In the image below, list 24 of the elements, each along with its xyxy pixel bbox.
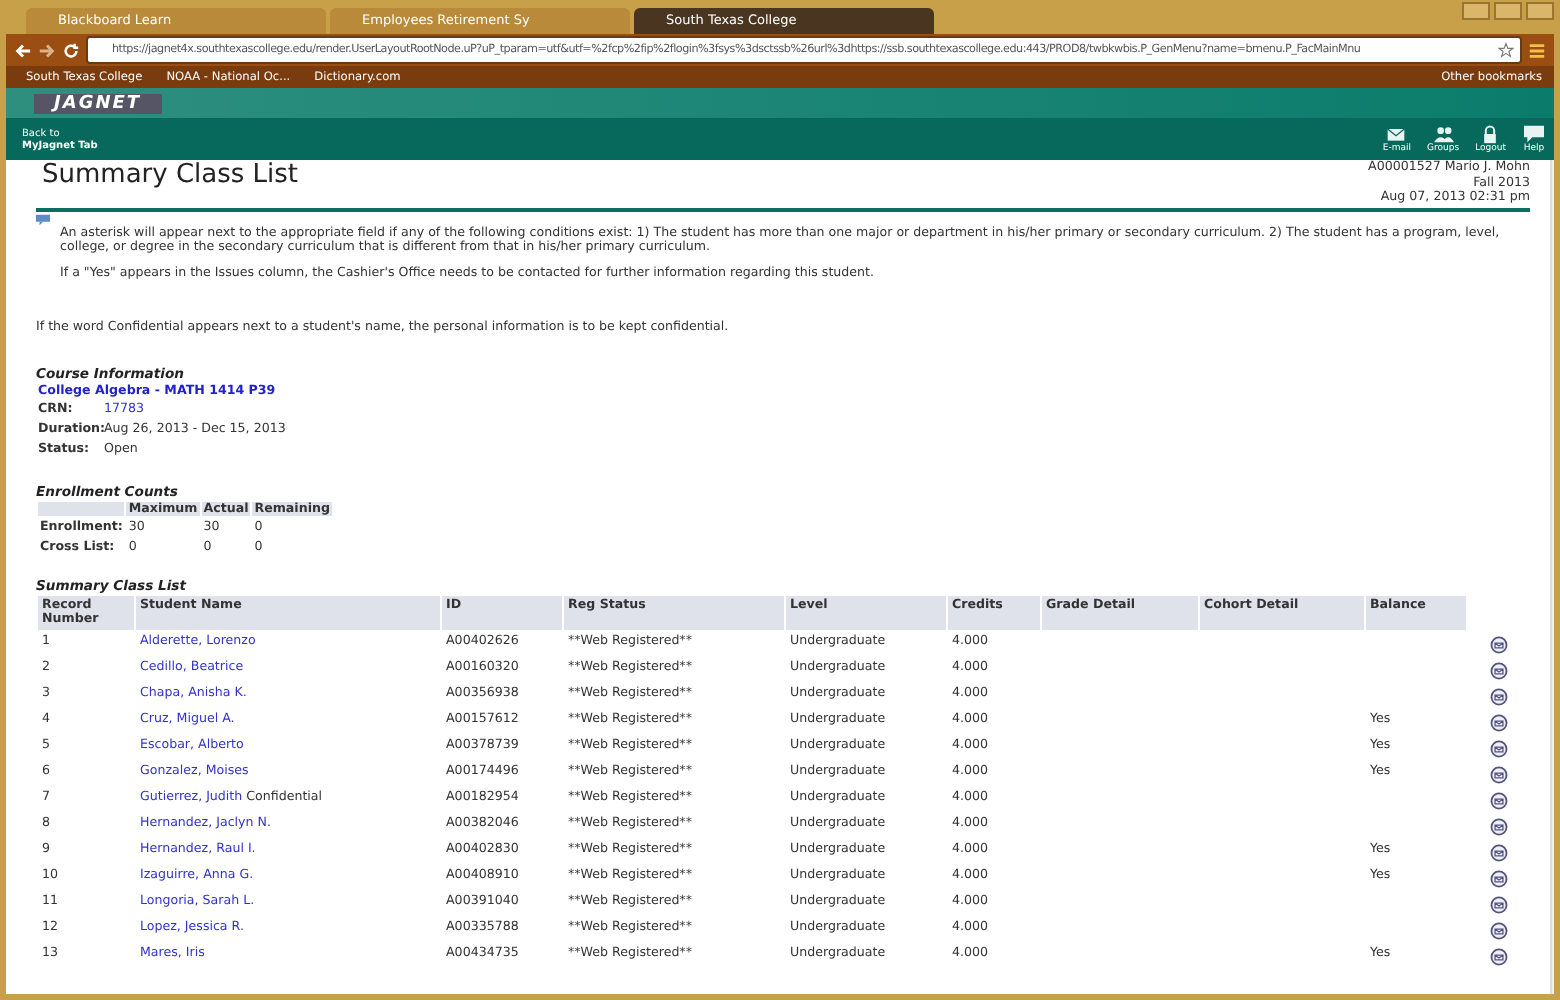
email-icon[interactable] (1489, 766, 1507, 784)
email-icon[interactable] (1489, 896, 1507, 914)
back-icon[interactable] (14, 41, 32, 59)
email-icon[interactable] (1489, 870, 1507, 888)
email-icon[interactable] (1489, 792, 1507, 810)
email-icon[interactable] (1489, 688, 1507, 706)
email-icon[interactable] (1489, 818, 1507, 836)
info-icon (36, 213, 50, 225)
people-icon (1431, 124, 1456, 144)
email-icon[interactable] (1489, 636, 1507, 654)
page-title: Summary Class List (42, 160, 299, 190)
star-icon[interactable] (1498, 42, 1514, 58)
portal-logo[interactable]: JAGNET (34, 93, 162, 113)
email-icon[interactable] (1489, 740, 1507, 758)
email-icon[interactable] (1489, 948, 1507, 966)
reload-icon[interactable] (62, 41, 80, 59)
envelope-icon (1384, 124, 1409, 144)
speech-bubble-icon (1522, 124, 1546, 144)
email-icon[interactable] (1489, 844, 1507, 862)
email-icon[interactable] (1489, 922, 1507, 940)
email-icon[interactable] (1489, 714, 1507, 732)
forward-icon[interactable] (38, 41, 56, 59)
email-icon[interactable] (1489, 662, 1507, 680)
menu-icon[interactable] (1528, 41, 1546, 59)
